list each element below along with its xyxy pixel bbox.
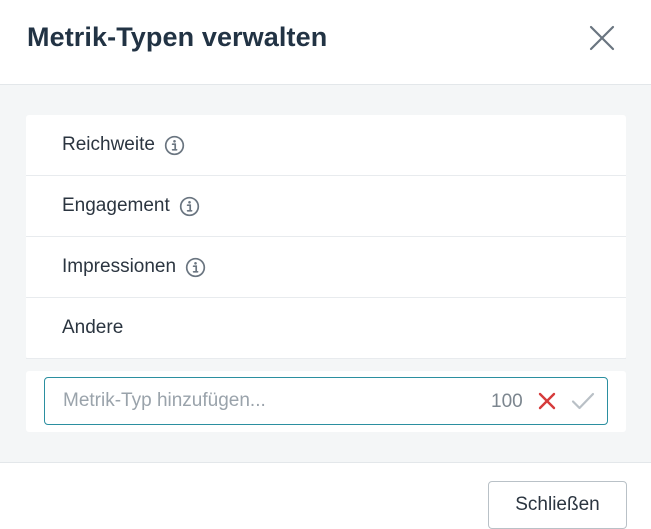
metric-type-item-reichweite[interactable]: Reichweite [26,115,626,176]
add-metric-type-input[interactable] [45,378,465,424]
dialog-footer: Schließen [0,462,651,529]
confirm-add-button[interactable] [570,389,596,413]
metric-type-label: Engagement [62,195,170,216]
info-icon[interactable] [164,135,185,156]
close-icon [589,25,615,51]
character-counter: 100 [491,391,523,412]
cancel-x-icon [538,392,556,410]
add-metric-type-row: 100 [26,371,626,432]
info-icon[interactable] [179,196,200,217]
dialog-body: Reichweite Engagement Impressionen Ander… [0,85,651,462]
checkmark-icon [571,392,595,410]
add-metric-type-field: 100 [44,377,608,425]
metric-type-list: Reichweite Engagement Impressionen Ander… [26,115,626,359]
manage-metric-types-dialog: Metrik-Typen verwalten Reichweite Engage… [0,0,651,529]
dialog-title: Metrik-Typen verwalten [27,22,328,52]
metric-type-label: Reichweite [62,134,155,155]
metric-type-item-engagement[interactable]: Engagement [26,176,626,237]
cancel-add-button[interactable] [535,389,559,413]
dialog-header: Metrik-Typen verwalten [0,0,651,85]
metric-type-item-impressionen[interactable]: Impressionen [26,237,626,298]
close-dialog-button[interactable] [584,20,620,56]
close-button[interactable]: Schließen [488,481,627,529]
metric-type-item-andere[interactable]: Andere [26,298,626,359]
metric-type-label: Impressionen [62,256,177,277]
metric-type-label: Andere [62,317,124,338]
info-icon[interactable] [185,257,206,278]
